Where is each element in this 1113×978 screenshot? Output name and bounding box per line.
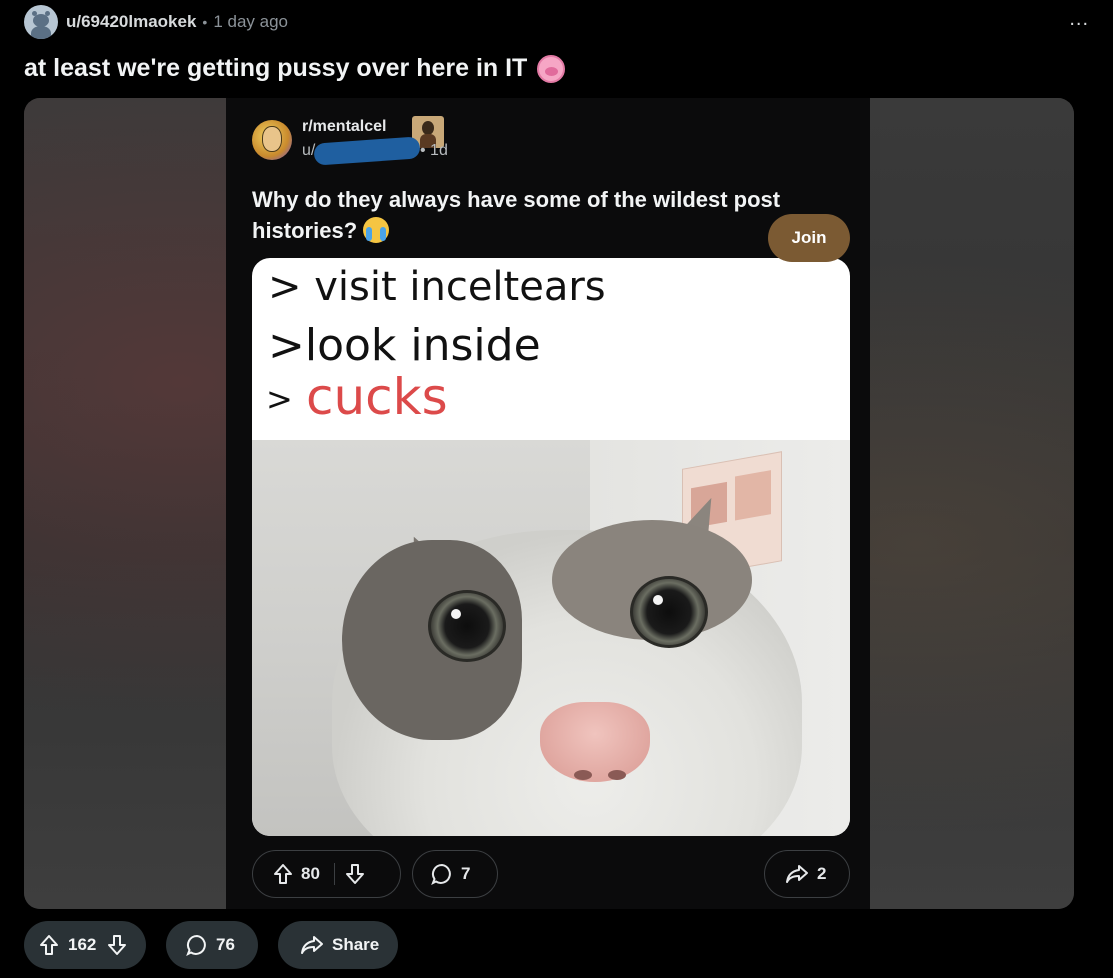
- embedded-post-title: Why do they always have some of the wild…: [252, 184, 842, 246]
- comment-icon: [186, 934, 206, 956]
- embedded-share-button: 2: [764, 850, 850, 898]
- embedded-share-count: 2: [817, 864, 827, 883]
- meme-line-2: >look inside: [268, 320, 541, 371]
- upvote-icon[interactable]: [38, 934, 60, 956]
- pig-emoji-icon: [537, 54, 566, 83]
- share-icon: [301, 936, 323, 954]
- embedded-comments-button: 7: [412, 850, 498, 898]
- post-media[interactable]: r/mentalcel u/ • 1d Why do they always h…: [24, 98, 1074, 909]
- embedded-post-time: • 1d: [420, 142, 448, 159]
- embedded-title-text: Why do they always have some of the wild…: [252, 187, 781, 243]
- upvote-count: 162: [68, 935, 97, 954]
- embedded-post-screenshot: r/mentalcel u/ • 1d Why do they always h…: [226, 98, 870, 909]
- share-icon: [786, 865, 808, 883]
- comments-button[interactable]: 76: [166, 921, 258, 969]
- embedded-comment-count: 7: [461, 864, 471, 883]
- post-author[interactable]: u/69420lmaokek: [66, 12, 196, 32]
- separator-dot: •: [202, 14, 208, 30]
- subreddit-avatar-icon: [252, 120, 292, 160]
- upvote-icon: [274, 864, 292, 884]
- more-options-icon[interactable]: ...: [1069, 8, 1089, 31]
- embedded-action-bar: 80 7 2: [252, 850, 852, 900]
- embedded-vote-group: 80: [252, 850, 401, 898]
- meme-line-3-prefix: >: [266, 380, 293, 418]
- subreddit-name: r/mentalcel: [302, 118, 387, 135]
- user-avatar-icon[interactable]: [24, 5, 58, 39]
- post-title: at least we're getting pussy over here i…: [24, 54, 566, 83]
- downvote-icon[interactable]: [106, 934, 128, 956]
- join-button: Join: [768, 214, 850, 262]
- comment-count: 76: [216, 935, 235, 954]
- embedded-post-header: r/mentalcel u/ • 1d: [252, 116, 852, 168]
- downvote-icon: [345, 864, 364, 884]
- post-header: u/69420lmaokek • 1 day ago ...: [24, 4, 1089, 40]
- meme-image: > visit inceltears >look inside > cucks: [252, 258, 850, 836]
- post-title-text: at least we're getting pussy over here i…: [24, 54, 528, 82]
- comment-icon: [431, 863, 451, 885]
- embedded-upvote-count: 80: [301, 864, 320, 883]
- post-time: 1 day ago: [213, 12, 289, 31]
- share-button[interactable]: Share: [278, 921, 398, 969]
- meme-line-1: > visit inceltears: [268, 264, 606, 310]
- post-action-bar: 162 76 Share: [24, 921, 524, 969]
- share-label: Share: [332, 935, 380, 954]
- cat-photo: [252, 440, 850, 836]
- crying-emoji-icon: [363, 217, 390, 243]
- meme-line-3: cucks: [306, 368, 448, 426]
- redaction-scribble: [313, 136, 421, 166]
- vote-group: 162: [24, 921, 146, 969]
